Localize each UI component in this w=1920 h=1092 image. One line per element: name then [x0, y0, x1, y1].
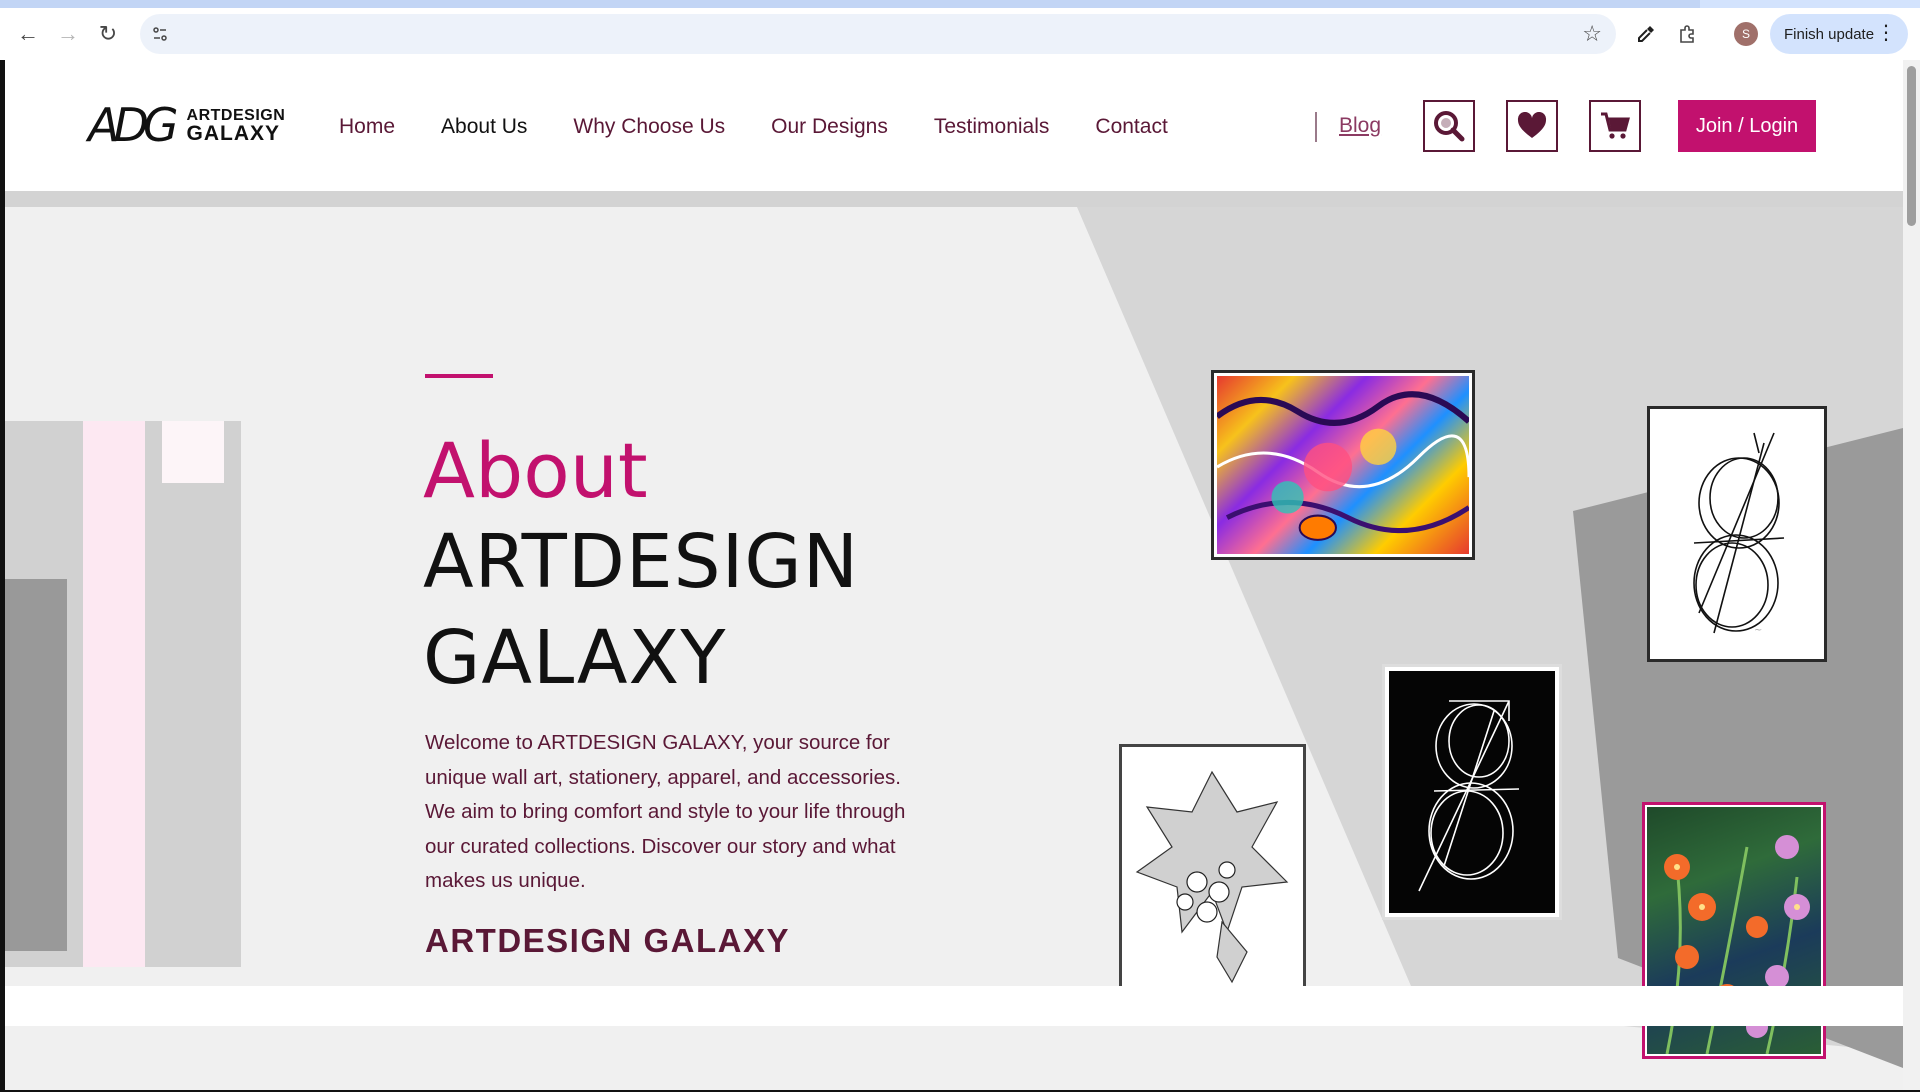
site-logo[interactable]: ADG ARTDESIGN GALAXY	[88, 98, 288, 152]
eyedropper-icon[interactable]	[1634, 22, 1658, 46]
nav-home[interactable]: Home	[339, 115, 395, 139]
artwork-line-drawing-white[interactable]: ~	[1647, 406, 1827, 662]
nav-contact[interactable]: Contact	[1095, 115, 1167, 139]
search-button[interactable]	[1423, 100, 1475, 152]
nav-our-designs[interactable]: Our Designs	[771, 115, 888, 139]
finish-update-button[interactable]: Finish update ⋮	[1770, 14, 1908, 54]
accent-line-top	[425, 374, 493, 378]
logo-mark: ADG	[88, 98, 179, 152]
hero-description: Welcome to ARTDESIGN GALAXY, your source…	[425, 731, 906, 892]
hero-top-strip	[5, 191, 1903, 207]
artwork-image	[1127, 752, 1298, 997]
tab-strip	[0, 0, 1920, 8]
logo-line2: GALAXY	[186, 122, 281, 145]
artwork-image	[1389, 671, 1555, 913]
artwork-image: ~	[1654, 413, 1820, 655]
artwork-colorful-abstract[interactable]	[1211, 370, 1475, 560]
more-menu-icon[interactable]: ⋮	[1876, 22, 1896, 44]
cart-icon	[1601, 112, 1630, 139]
address-bar[interactable]: ☆	[140, 14, 1616, 54]
decor-block	[162, 421, 224, 483]
nav-divider	[1315, 112, 1317, 142]
artwork-line-drawing-black[interactable]	[1382, 664, 1562, 920]
page-scrollbar[interactable]	[1903, 60, 1920, 1092]
cart-button[interactable]	[1589, 100, 1641, 152]
search-icon	[1434, 111, 1465, 142]
hero-about-word: About	[423, 426, 648, 515]
decor-block	[5, 579, 67, 951]
wishlist-button[interactable]	[1506, 100, 1558, 152]
hero-title-line2: GALAXY	[423, 615, 727, 701]
extensions-icon[interactable]	[1675, 22, 1699, 46]
scrollbar-thumb[interactable]	[1907, 66, 1916, 226]
profile-avatar[interactable]: S	[1734, 22, 1758, 46]
artwork-image	[1217, 376, 1469, 554]
artwork-floral-sketch[interactable]	[1119, 744, 1306, 1005]
hero-title-line1: ARTDESIGN	[423, 519, 860, 605]
about-hero: About ARTDESIGN GALAXY Welcome to ARTDES…	[5, 191, 1903, 1090]
reload-button[interactable]: ↻	[88, 14, 128, 54]
back-button[interactable]: ←	[8, 14, 48, 54]
finish-update-label: Finish update	[1784, 25, 1875, 43]
page-bottom-band	[5, 986, 1903, 1026]
decor-block	[83, 421, 145, 967]
forward-button[interactable]: →	[48, 14, 88, 54]
bookmark-star-icon[interactable]: ☆	[1582, 22, 1602, 46]
page-viewport: ADG ARTDESIGN GALAXY Home About Us Why C…	[5, 60, 1903, 1090]
hero-title: ARTDESIGN GALAXY	[423, 514, 859, 706]
browser-toolbar: ← → ↻ ☆ S Finish update ⋮	[0, 8, 1920, 60]
main-nav: Home About Us Why Choose Us Our Designs …	[339, 115, 1214, 139]
join-login-button[interactable]: Join / Login	[1678, 100, 1816, 152]
site-header: ADG ARTDESIGN GALAXY Home About Us Why C…	[5, 60, 1903, 191]
nav-about-us[interactable]: About Us	[441, 115, 527, 139]
site-info-icon[interactable]	[146, 20, 174, 48]
nav-why-choose-us[interactable]: Why Choose Us	[573, 115, 725, 139]
nav-testimonials[interactable]: Testimonials	[934, 115, 1050, 139]
svg-text:~: ~	[1754, 625, 1762, 636]
heart-icon	[1517, 112, 1547, 138]
hero-brand-name: ARTDESIGN GALAXY	[425, 922, 791, 959]
nav-blog[interactable]: Blog	[1339, 114, 1381, 138]
